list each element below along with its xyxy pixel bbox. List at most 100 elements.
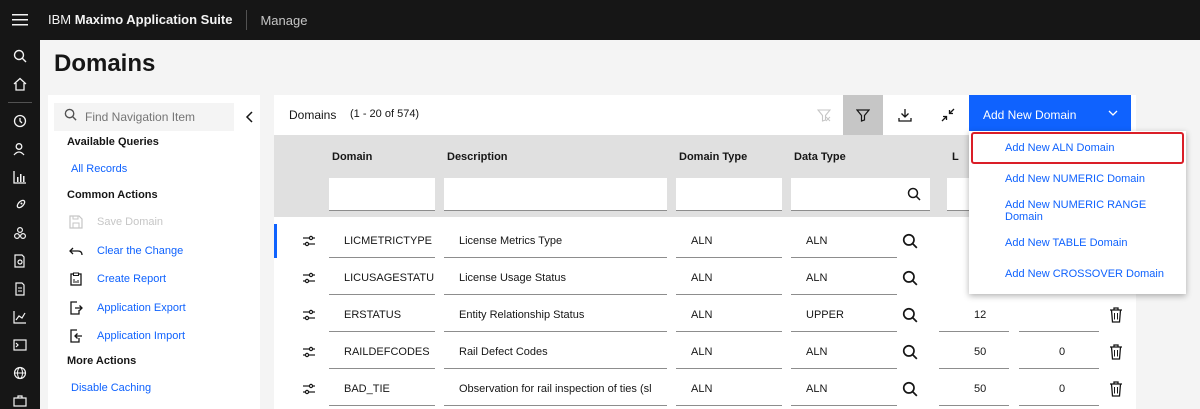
bar-chart-icon[interactable] — [0, 163, 40, 191]
cell-length[interactable]: 50 — [974, 346, 986, 358]
lookup-search-icon[interactable] — [901, 232, 919, 250]
cell-domain[interactable]: LICUSAGESTATUS — [344, 272, 434, 284]
clear-change-action[interactable]: Clear the Change — [68, 243, 183, 259]
cell-description[interactable]: License Metrics Type — [459, 235, 664, 247]
lookup-search-icon[interactable] — [901, 380, 919, 398]
assets-icon[interactable] — [0, 219, 40, 247]
row-details-icon[interactable] — [300, 343, 318, 361]
top-bar: IBM Maximo Application Suite Manage — [0, 0, 1200, 40]
toolbox-icon[interactable] — [0, 387, 40, 409]
cell-domain[interactable]: LICMETRICTYPE — [344, 235, 434, 247]
rocket-icon[interactable] — [0, 191, 40, 219]
cell-domain-type[interactable]: ALN — [691, 235, 712, 247]
add-numeric-range-domain-item[interactable]: Add New NUMERIC RANGE Domain — [969, 195, 1186, 227]
nav-search-input[interactable] — [85, 110, 225, 124]
download-icon[interactable] — [885, 95, 925, 135]
menu-icon[interactable] — [0, 0, 40, 40]
row-details-icon[interactable] — [300, 232, 318, 250]
cell-domain[interactable]: RAILDEFCODES — [344, 346, 434, 358]
clear-change-label: Clear the Change — [97, 245, 184, 257]
cell-domain-type[interactable]: ALN — [691, 309, 712, 321]
add-aln-domain-item[interactable]: Add New ALN Domain — [971, 132, 1184, 164]
add-new-domain-button[interactable]: Add New Domain — [969, 95, 1131, 135]
save-domain-action[interactable]: Save Domain — [68, 214, 163, 230]
cell-description[interactable]: Entity Relationship Status — [459, 309, 664, 321]
table-row[interactable]: RAILDEFCODES Rail Defect Codes ALN ALN 5… — [274, 333, 1136, 369]
cell-domain[interactable]: BAD_TIE — [344, 383, 434, 395]
line-chart-icon[interactable] — [0, 303, 40, 331]
application-export-action[interactable]: Application Export — [68, 300, 186, 316]
filter-domain-type-input[interactable] — [676, 178, 782, 211]
row-details-icon[interactable] — [300, 269, 318, 287]
add-numeric-domain-item[interactable]: Add New NUMERIC Domain — [969, 163, 1186, 195]
search-icon[interactable] — [0, 42, 40, 70]
cell-data-type[interactable]: ALN — [806, 235, 827, 247]
cell-scale[interactable]: 0 — [1059, 383, 1065, 395]
cell-domain-type[interactable]: ALN — [691, 346, 712, 358]
disable-caching-link[interactable]: Disable Caching — [71, 382, 151, 394]
column-length[interactable]: L — [952, 151, 959, 163]
brand-name: Maximo Application Suite — [74, 12, 233, 27]
create-report-action[interactable]: Create Report — [68, 271, 166, 287]
application-import-action[interactable]: Application Import — [68, 328, 185, 344]
delete-icon[interactable] — [1107, 306, 1125, 324]
filter-search-icon[interactable] — [897, 178, 930, 211]
cell-description[interactable]: License Usage Status — [459, 272, 664, 284]
cell-description[interactable]: Observation for rail inspection of ties … — [459, 383, 664, 395]
lookup-search-icon[interactable] — [901, 343, 919, 361]
history-icon[interactable] — [0, 107, 40, 135]
brand-prefix: IBM — [48, 12, 72, 27]
document-icon[interactable] — [0, 275, 40, 303]
document-search-icon[interactable] — [0, 247, 40, 275]
add-table-domain-item[interactable]: Add New TABLE Domain — [969, 227, 1186, 259]
page-title: Domains — [54, 50, 156, 77]
add-crossover-domain-item[interactable]: Add New CROSSOVER Domain — [969, 258, 1186, 290]
cell-length[interactable]: 12 — [974, 309, 986, 321]
cell-description[interactable]: Rail Defect Codes — [459, 346, 664, 358]
collapse-panel-icon[interactable] — [242, 107, 256, 127]
column-data-type[interactable]: Data Type — [794, 151, 846, 163]
available-queries-heading: Available Queries — [67, 136, 159, 148]
clear-filter-icon[interactable] — [804, 95, 844, 135]
filter-icon[interactable] — [843, 95, 883, 135]
home-icon[interactable] — [0, 70, 40, 98]
column-domain-type[interactable]: Domain Type — [679, 151, 747, 163]
terminal-icon[interactable] — [0, 331, 40, 359]
save-icon — [68, 214, 84, 230]
delete-icon[interactable] — [1107, 343, 1125, 361]
record-count: (1 - 20 of 574) — [350, 108, 420, 120]
filter-data-type-input[interactable] — [791, 178, 897, 211]
lookup-search-icon[interactable] — [901, 269, 919, 287]
common-actions-heading: Common Actions — [67, 189, 158, 201]
cell-data-type[interactable]: UPPER — [806, 309, 844, 321]
table-toolbar: Domains (1 - 20 of 574) Add New Domain — [274, 95, 1136, 135]
delete-icon[interactable] — [1107, 380, 1125, 398]
row-details-icon[interactable] — [300, 380, 318, 398]
cell-data-type[interactable]: ALN — [806, 272, 827, 284]
table-row[interactable]: ERSTATUS Entity Relationship Status ALN … — [274, 296, 1136, 332]
collapse-icon[interactable] — [928, 95, 968, 135]
application-import-label: Application Import — [97, 330, 186, 342]
cell-data-type[interactable]: ALN — [806, 383, 827, 395]
cell-domain-type[interactable]: ALN — [691, 272, 712, 284]
globe-icon[interactable] — [0, 359, 40, 387]
cell-domain-type[interactable]: ALN — [691, 383, 712, 395]
search-icon — [64, 108, 77, 126]
table-title: Domains — [289, 108, 337, 122]
filter-description-input[interactable] — [444, 178, 667, 211]
column-domain[interactable]: Domain — [332, 151, 372, 163]
cell-data-type[interactable]: ALN — [806, 346, 827, 358]
filter-domain-input[interactable] — [329, 178, 435, 211]
cell-scale[interactable]: 0 — [1059, 346, 1065, 358]
report-icon — [68, 271, 84, 287]
all-records-link[interactable]: All Records — [71, 163, 127, 175]
column-description[interactable]: Description — [447, 151, 508, 163]
table-row[interactable]: BAD_TIE Observation for rail inspection … — [274, 370, 1136, 406]
cell-domain[interactable]: ERSTATUS — [344, 309, 434, 321]
row-details-icon[interactable] — [300, 306, 318, 324]
lookup-search-icon[interactable] — [901, 306, 919, 324]
cell-length[interactable]: 50 — [974, 383, 986, 395]
people-icon[interactable] — [0, 135, 40, 163]
chevron-down-icon — [1107, 107, 1119, 122]
brand[interactable]: IBM Maximo Application Suite — [48, 10, 248, 30]
